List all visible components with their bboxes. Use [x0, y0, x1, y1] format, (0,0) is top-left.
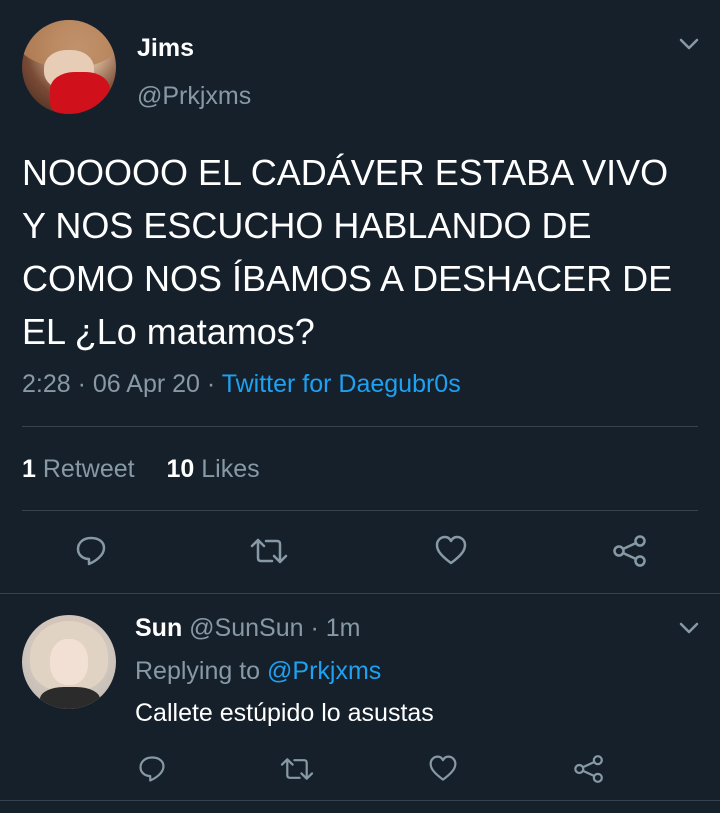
replying-prefix: Replying to: [135, 657, 261, 685]
reply-author-avatar[interactable]: [22, 615, 116, 709]
retweet-count: 1: [22, 455, 36, 483]
tweet-text: NOOOOO EL CADÁVER ESTABA VIVO Y NOS ESCU…: [22, 152, 673, 352]
replying-to: Replying to @Prkjxms: [135, 657, 381, 686]
retweet-icon[interactable]: [280, 754, 314, 784]
tweet-time: 2:28: [22, 370, 71, 398]
chevron-down-icon[interactable]: [678, 36, 700, 52]
reply-author-name[interactable]: Sun: [135, 614, 182, 642]
tweet-stats: 1 Retweet 10 Likes: [22, 455, 260, 484]
replying-handle-link[interactable]: @Prkjxms: [267, 657, 381, 685]
divider: [0, 593, 720, 594]
author-name[interactable]: Jims: [137, 34, 194, 63]
reply-text: Callete estúpido lo asustas: [135, 699, 434, 727]
reply-icon[interactable]: [74, 534, 108, 568]
reply-icon[interactable]: [137, 754, 167, 784]
reply-header: Sun @SunSun · 1m: [135, 614, 360, 643]
reply-author-handle[interactable]: @SunSun: [189, 614, 303, 642]
like-icon[interactable]: [434, 534, 468, 568]
tweet-date: 06 Apr 20: [92, 370, 200, 398]
tweet-meta: 2:28 · 06 Apr 20 · Twitter for Daegubr0s: [22, 370, 461, 399]
meta-separator: ·: [310, 614, 319, 642]
reply-time: 1m: [325, 614, 361, 642]
author-handle[interactable]: @Prkjxms: [137, 82, 251, 111]
like-label: Likes: [201, 455, 260, 483]
meta-separator: ·: [77, 370, 86, 398]
share-icon[interactable]: [573, 754, 605, 784]
retweet-label: Retweet: [42, 455, 135, 483]
divider: [0, 800, 720, 801]
chevron-down-icon[interactable]: [678, 620, 700, 636]
retweets-stat[interactable]: 1 Retweet: [22, 455, 135, 483]
author-avatar[interactable]: [22, 20, 116, 114]
divider: [22, 426, 698, 427]
tweet-source-link[interactable]: Twitter for Daegubr0s: [222, 370, 461, 398]
like-count: 10: [166, 455, 195, 483]
likes-stat[interactable]: 10 Likes: [166, 455, 259, 483]
divider: [22, 510, 698, 511]
like-icon[interactable]: [428, 754, 458, 784]
retweet-icon[interactable]: [250, 534, 288, 568]
share-icon[interactable]: [612, 534, 648, 568]
meta-separator: ·: [206, 370, 216, 398]
